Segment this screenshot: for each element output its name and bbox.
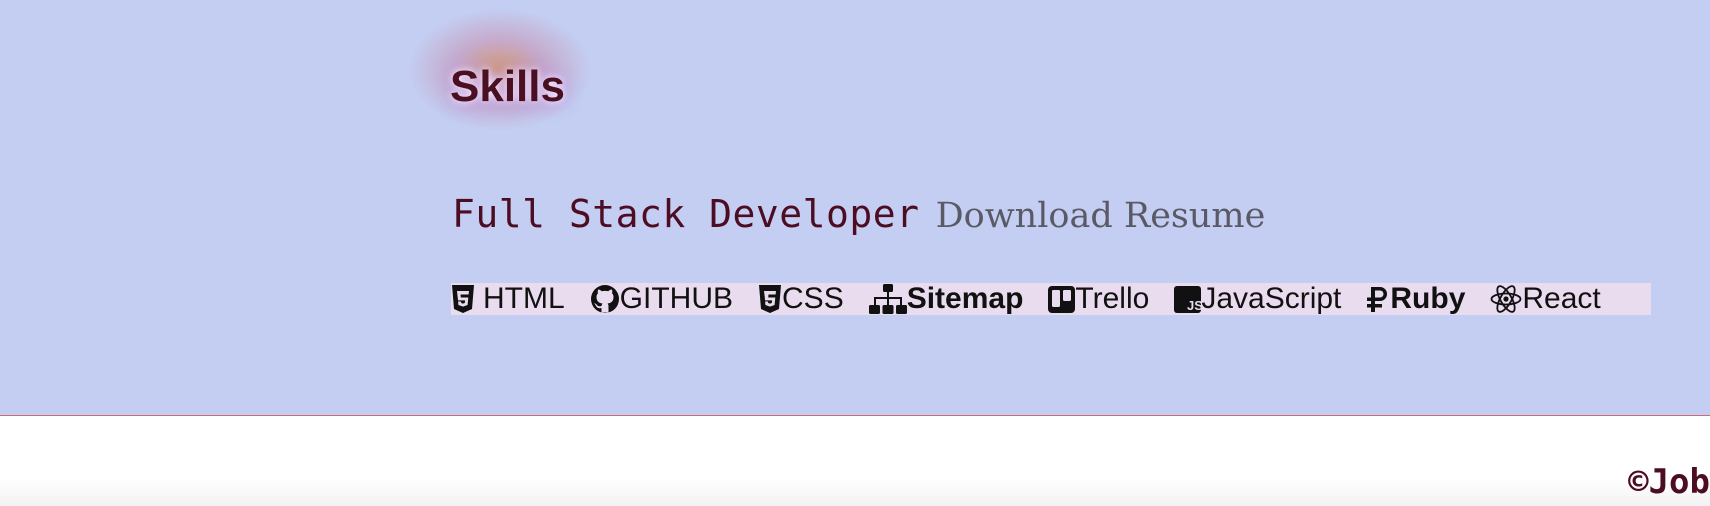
skill-sitemap: Sitemap bbox=[868, 282, 1024, 316]
skill-label: Trello bbox=[1075, 282, 1150, 315]
skill-ruby: Ruby bbox=[1366, 282, 1465, 316]
skill-label: React bbox=[1522, 282, 1601, 315]
react-icon bbox=[1490, 284, 1522, 314]
section-title: Skills bbox=[450, 62, 565, 111]
footer bbox=[0, 416, 1710, 506]
html5-icon bbox=[451, 285, 475, 313]
css3-icon bbox=[758, 285, 782, 313]
skill-css: CSS bbox=[758, 282, 844, 316]
skill-javascript: JS JavaScript bbox=[1174, 282, 1341, 316]
skills-list: HTML GITHUB CSS Sitemap Trello JS JavaSc… bbox=[451, 282, 1651, 316]
sitemap-icon bbox=[868, 284, 907, 314]
copyright-text: ©Job bbox=[1628, 462, 1710, 502]
download-resume-link[interactable]: Download Resume bbox=[936, 196, 1266, 236]
skill-label: GITHUB bbox=[619, 282, 734, 315]
skill-github: GITHUB bbox=[590, 282, 733, 316]
svg-text:JS: JS bbox=[1187, 298, 1201, 313]
role-row: Full Stack Developer Download Resume bbox=[452, 192, 1265, 236]
skill-html: HTML bbox=[451, 282, 565, 316]
trello-icon bbox=[1048, 285, 1076, 313]
skill-react: React bbox=[1490, 282, 1601, 316]
role-text: Full Stack Developer bbox=[452, 192, 920, 236]
ruble-icon bbox=[1366, 285, 1390, 313]
skill-label: JavaScript bbox=[1201, 282, 1342, 315]
skill-trello: Trello bbox=[1048, 282, 1149, 316]
skills-section: Skills Full Stack Developer Download Res… bbox=[0, 0, 1710, 416]
skill-label: HTML bbox=[483, 282, 565, 315]
skill-label: Sitemap bbox=[906, 282, 1024, 315]
skill-label: CSS bbox=[782, 282, 844, 315]
github-icon bbox=[590, 284, 620, 314]
skill-label: Ruby bbox=[1390, 282, 1466, 315]
javascript-icon: JS bbox=[1174, 285, 1202, 313]
